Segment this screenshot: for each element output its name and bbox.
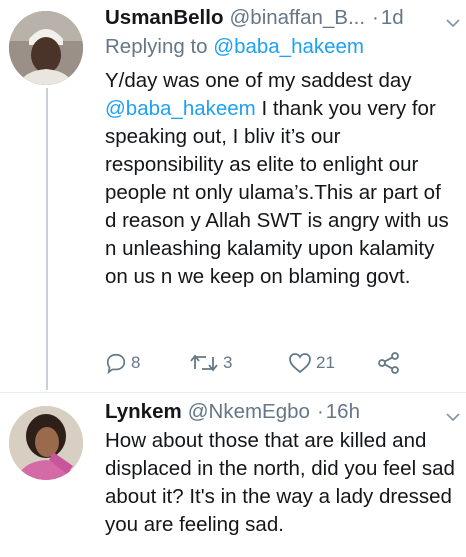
reply-count: 8 bbox=[131, 353, 141, 372]
like-count: 21 bbox=[316, 353, 335, 372]
reply-icon bbox=[106, 353, 126, 374]
tweet-header: UsmanBello @binaffan_B... · 1d bbox=[105, 4, 455, 32]
retweet-count: 3 bbox=[223, 353, 233, 372]
mention-link[interactable]: @baba_hakeem bbox=[105, 97, 256, 120]
thread-line bbox=[46, 88, 48, 390]
like-button[interactable]: 21 bbox=[288, 348, 335, 378]
avatar-photo bbox=[9, 406, 83, 480]
separator: · bbox=[316, 400, 324, 423]
avatar-photo bbox=[9, 11, 83, 85]
retweet-button[interactable]: 3 bbox=[189, 348, 232, 378]
avatar[interactable] bbox=[9, 11, 83, 85]
user-handle[interactable]: @binaffan_B... bbox=[229, 4, 365, 32]
timestamp[interactable]: 16h bbox=[326, 398, 360, 426]
replying-to-label: Replying to bbox=[105, 35, 208, 58]
replying-to: Replying to @baba_hakeem bbox=[105, 33, 455, 61]
chevron-down-icon[interactable] bbox=[446, 412, 460, 422]
display-name[interactable]: Lynkem bbox=[105, 398, 182, 426]
user-handle[interactable]: @NkemEgbo bbox=[188, 398, 310, 426]
tweet-header: Lynkem @NkemEgbo · 16h bbox=[105, 398, 455, 426]
tweet-text: Y/day was one of my saddest day @baba_ha… bbox=[105, 67, 455, 291]
share-icon bbox=[378, 352, 399, 374]
like-icon bbox=[289, 353, 311, 374]
tweet-actions: 8 3 21 bbox=[105, 348, 405, 378]
reply-button[interactable]: 8 bbox=[105, 348, 140, 378]
chevron-down-icon[interactable] bbox=[446, 18, 460, 28]
avatar[interactable] bbox=[9, 406, 83, 480]
tweet-text: How about those that are killed and disp… bbox=[105, 429, 455, 536]
separator: · bbox=[372, 6, 379, 29]
divider bbox=[0, 392, 466, 393]
tweet-text-lead: Y/day was one of my saddest day bbox=[105, 69, 412, 92]
tweet[interactable]: Lynkem @NkemEgbo · 16h How about those t… bbox=[105, 398, 455, 539]
share-button[interactable] bbox=[377, 348, 401, 378]
retweet-icon bbox=[190, 354, 218, 372]
mention-link[interactable]: @baba_hakeem bbox=[213, 35, 364, 58]
tweet[interactable]: UsmanBello @binaffan_B... · 1d Replying … bbox=[105, 4, 455, 291]
timestamp[interactable]: 1d bbox=[381, 4, 404, 32]
tweet-text-rest: I thank you very for speaking out, I bli… bbox=[105, 97, 449, 288]
display-name[interactable]: UsmanBello bbox=[105, 4, 223, 32]
